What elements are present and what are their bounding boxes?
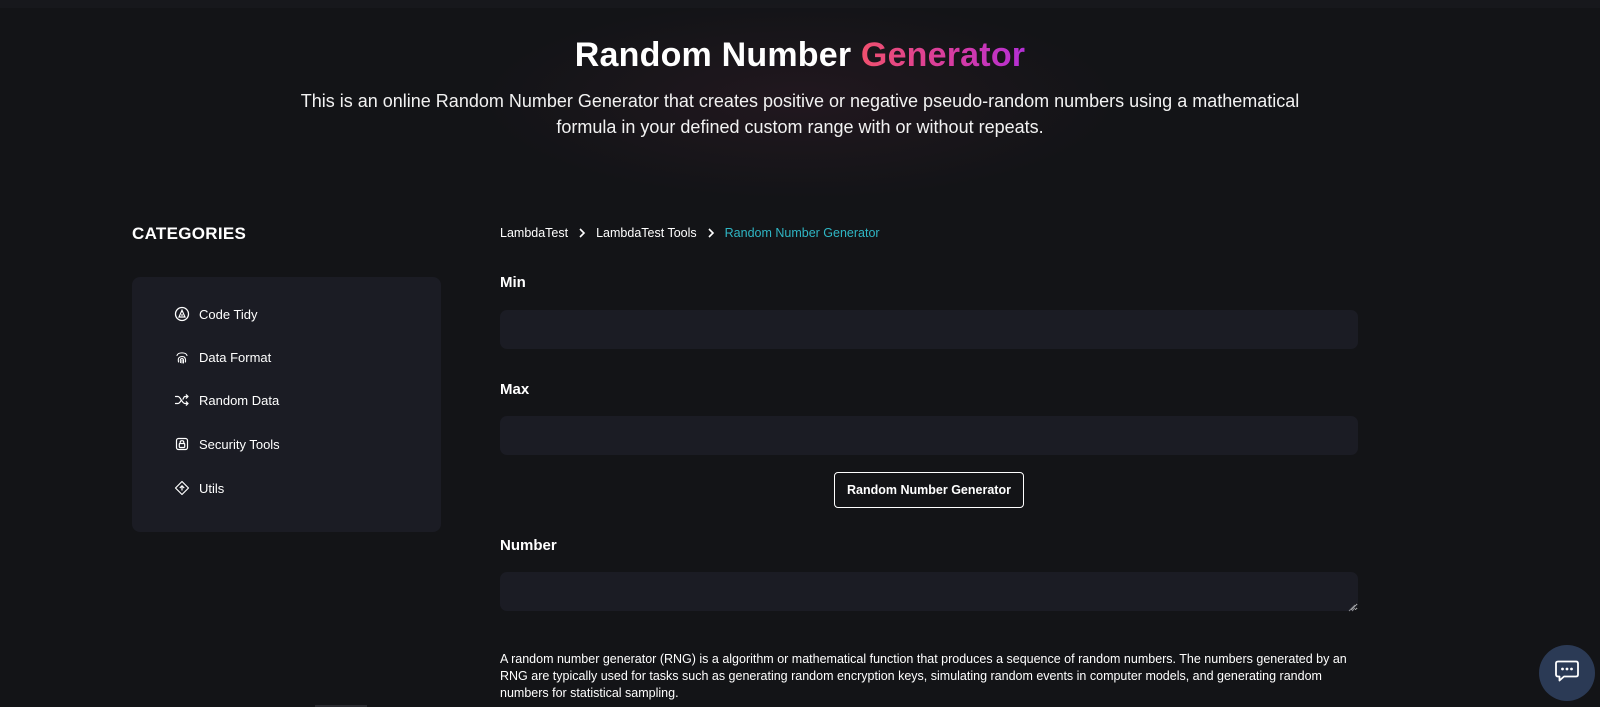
utils-diamond-icon <box>174 480 190 496</box>
max-label: Max <box>500 381 530 398</box>
info-paragraph: A random number generator (RNG) is a alg… <box>500 652 1347 700</box>
breadcrumb-item-current: Random Number Generator <box>724 226 880 240</box>
sidebar-item-security-tools[interactable]: Security Tools <box>174 432 280 456</box>
max-input[interactable] <box>500 416 1358 455</box>
fingerprint-icon <box>174 349 190 365</box>
page-title-plain: Random Number <box>574 36 861 74</box>
page-title-accent: Generator <box>860 36 1026 74</box>
sidebar-item-data-format[interactable]: Data Format <box>174 345 271 369</box>
page: Random Number Generator This is an onlin… <box>0 0 1600 707</box>
sidebar-item-code-tidy[interactable]: Code Tidy <box>174 302 258 326</box>
categories-heading: CATEGORIES <box>132 224 247 243</box>
resize-handle-icon[interactable] <box>1346 599 1356 612</box>
shuffle-icon <box>174 392 190 408</box>
chat-button[interactable] <box>1539 645 1595 701</box>
breadcrumb-item-lambdatest[interactable]: LambdaTest <box>500 226 568 240</box>
min-label: Min <box>500 274 526 291</box>
number-label: Number <box>500 537 557 554</box>
breadcrumb: LambdaTest LambdaTest Tools Random Numbe… <box>500 226 880 240</box>
page-description: This is an online Random Number Generato… <box>300 91 1300 137</box>
sidebar-item-random-data[interactable]: Random Data <box>174 388 279 412</box>
sidebar-item-label: Security Tools <box>199 436 280 452</box>
chevron-right-icon <box>707 228 715 238</box>
generate-button[interactable]: Random Number Generator <box>834 472 1024 508</box>
min-input[interactable] <box>500 310 1358 349</box>
sidebar-item-label: Data Format <box>199 349 272 365</box>
sidebar-item-utils[interactable]: Utils <box>174 476 224 500</box>
page-title: Random Number Generator <box>0 36 1600 75</box>
number-output[interactable] <box>500 572 1358 611</box>
categories-panel: Code Tidy Data Format Random Data Securi… <box>132 277 441 532</box>
lock-icon <box>174 436 190 452</box>
code-tidy-icon <box>174 306 190 322</box>
chevron-right-icon <box>578 228 586 238</box>
sidebar-item-label: Random Data <box>199 392 280 408</box>
chat-bubble-icon <box>1554 659 1580 688</box>
breadcrumb-item-lambdatest-tools[interactable]: LambdaTest Tools <box>596 226 697 240</box>
sidebar-item-label: Utils <box>199 480 225 496</box>
sidebar-item-label: Code Tidy <box>199 306 258 322</box>
